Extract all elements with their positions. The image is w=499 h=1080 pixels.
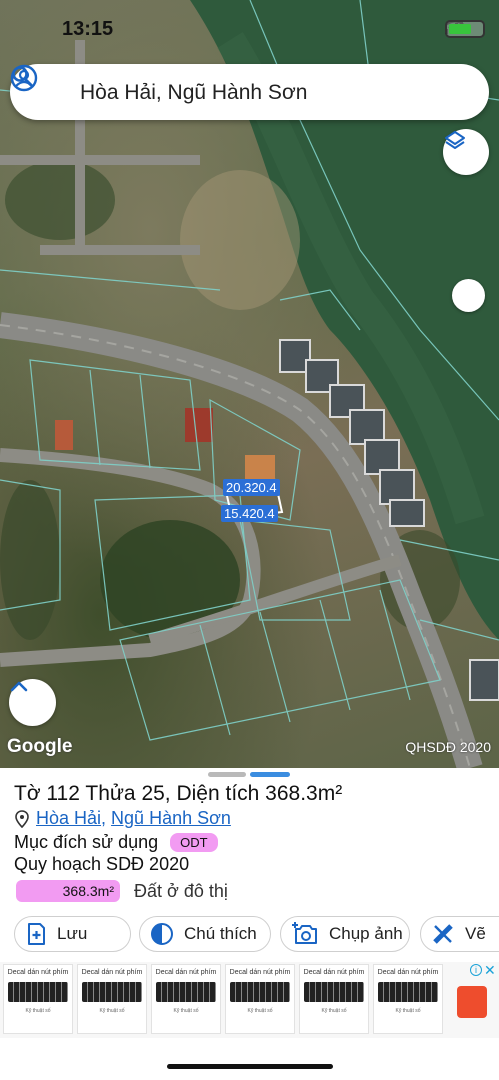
legend-button[interactable]: Chú thích — [139, 916, 271, 952]
ward-link[interactable]: Hòa Hải — [36, 808, 101, 829]
ad-product-card[interactable]: Decal dán nút phím Kỹ thuật số — [77, 964, 147, 1034]
save-label: Lưu — [57, 924, 88, 943]
plan-area-row: 368.3m² Đất ở đô thị — [16, 880, 228, 902]
parcel-info-sheet: Tờ 112 Thửa 25, Diện tích 368.3m² Hòa Hả… — [0, 768, 499, 1080]
chevron-up-icon — [10, 681, 28, 692]
plan-area-description: Đất ở đô thị — [134, 880, 228, 901]
battery-icon — [445, 20, 485, 38]
parcel-address: Hòa Hải, Ngũ Hành Sơn — [14, 808, 231, 829]
measure-label-top: 20.320.4 — [223, 479, 280, 496]
keyboard-image — [156, 982, 216, 1002]
keyboard-image — [82, 982, 142, 1002]
land-purpose-row: Mục đích sử dụng ODT — [14, 832, 218, 853]
bookmark-plus-icon — [28, 923, 45, 945]
measure-value: 20.4 — [251, 480, 277, 495]
ad-product-footer: Kỹ thuật số — [173, 1008, 199, 1014]
ruler-icon — [433, 924, 453, 944]
ad-product-title: Decal dán nút phím — [155, 969, 217, 976]
ad-product-card[interactable]: Decal dán nút phím Kỹ thuật số — [225, 964, 295, 1034]
legend-label: Chú thích — [184, 924, 257, 943]
plan-title: Quy hoạch SDĐ 2020 — [14, 854, 190, 874]
location-pin-icon — [15, 809, 29, 828]
action-chip-row: Lưu Chú thích Chụp ảnh Vẽ — [14, 916, 499, 952]
home-indicator[interactable] — [167, 1064, 333, 1069]
draw-label: Vẽ — [465, 924, 486, 943]
map-slider-handle[interactable] — [452, 279, 485, 312]
land-purpose-label: Mục đích sử dụng — [14, 832, 159, 852]
keyboard-image — [304, 982, 364, 1002]
save-button[interactable]: Lưu — [14, 916, 131, 952]
ad-product-title: Decal dán nút phím — [377, 969, 439, 976]
ad-product-title: Decal dán nút phím — [229, 969, 291, 976]
measure-value: 20.4 — [249, 506, 275, 521]
land-purpose-badge: ODT — [170, 833, 218, 852]
ad-close-icon[interactable]: ✕ — [484, 962, 496, 979]
draw-button[interactable]: Vẽ — [420, 916, 499, 952]
google-logo: Google — [7, 736, 73, 757]
status-icons — [445, 20, 485, 38]
ad-product-card[interactable]: Decal dán nút phím Kỹ thuật số — [299, 964, 369, 1034]
keyboard-image — [230, 982, 290, 1002]
ad-product-footer: Kỹ thuật số — [395, 1008, 421, 1014]
ad-product-title: Decal dán nút phím — [303, 969, 365, 976]
search-query[interactable]: Hòa Hải, Ngũ Hành Sơn — [80, 81, 307, 105]
ad-info-icon[interactable]: i — [470, 964, 482, 976]
keyboard-image — [378, 982, 438, 1002]
ad-product-title: Decal dán nút phím — [81, 969, 143, 976]
search-bar[interactable]: Hòa Hải, Ngũ Hành Sơn — [10, 64, 489, 120]
ad-product-card[interactable]: Decal dán nút phím Kỹ thuật số — [151, 964, 221, 1034]
ad-product-footer: Kỹ thuật số — [321, 1008, 347, 1014]
ad-product-footer: Kỹ thuật số — [99, 1008, 125, 1014]
measure-value: 15.4 — [224, 506, 250, 521]
expand-up-button[interactable] — [9, 679, 56, 726]
map-layer-label: QHSDĐ 2020 — [405, 739, 491, 755]
plan-area-badge: 368.3m² — [16, 880, 120, 902]
ad-product-footer: Kỹ thuật số — [247, 1008, 273, 1014]
keyboard-image — [8, 982, 68, 1002]
parcel-title: Tờ 112 Thửa 25, Diện tích 368.3m² — [14, 782, 343, 805]
layers-button[interactable] — [443, 129, 489, 175]
measure-value: 20.3 — [226, 480, 252, 495]
layers-icon — [445, 131, 465, 149]
camera-plus-icon — [292, 922, 317, 944]
take-photo-button[interactable]: Chụp ảnh — [280, 916, 410, 952]
ad-product-title: Decal dán nút phím — [7, 969, 69, 976]
sheet-handle[interactable] — [208, 772, 246, 777]
shopping-bag-icon[interactable] — [457, 986, 487, 1018]
take-photo-label: Chụp ảnh — [329, 924, 403, 943]
ad-product-footer: Kỹ thuật số — [25, 1008, 51, 1014]
search-icon[interactable] — [10, 64, 34, 88]
contrast-icon — [151, 923, 173, 945]
map-view[interactable]: 13:15 Hòa Hải, Ngũ Hành Sơn 20.320.4 15.… — [0, 0, 499, 768]
ad-banner[interactable]: Decal dán nút phím Kỹ thuật số Decal dán … — [0, 962, 499, 1038]
address-separator: , — [101, 808, 107, 828]
sheet-handle-active[interactable] — [250, 772, 290, 777]
district-link[interactable]: Ngũ Hành Sơn — [111, 808, 231, 829]
ad-product-card[interactable]: Decal dán nút phím Kỹ thuật số — [3, 964, 73, 1034]
ad-product-card[interactable]: Decal dán nút phím Kỹ thuật số — [373, 964, 443, 1034]
measure-label-bottom: 15.420.4 — [221, 505, 278, 522]
status-time: 13:15 — [62, 18, 114, 40]
